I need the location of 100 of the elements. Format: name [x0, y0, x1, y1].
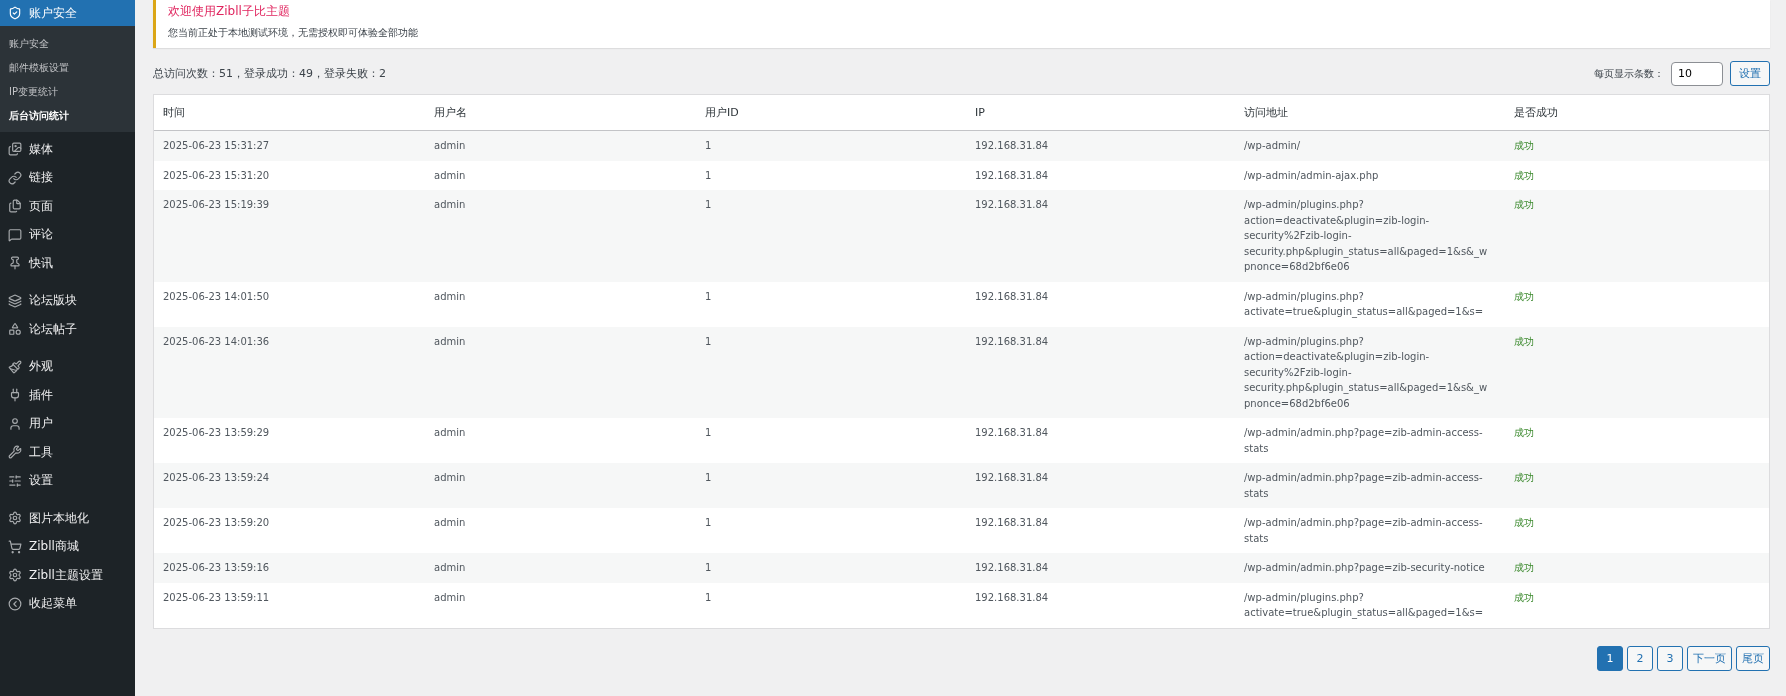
- table-cell-text: 2025-06-23 13:59:16: [162, 561, 271, 576]
- table-cell-text: 192.168.31.84: [974, 289, 1050, 304]
- table-cell-text: 1: [704, 426, 713, 441]
- brush-icon: [8, 359, 22, 374]
- sidebar-item[interactable]: 论坛版块: [0, 286, 135, 315]
- table-cell-text: 2025-06-23 13:59:20: [162, 516, 271, 531]
- table-cell-text: 1: [704, 516, 713, 531]
- table-cell-text: 2025-06-23 15:31:20: [162, 168, 271, 183]
- page-button[interactable]: 下一页: [1687, 645, 1732, 671]
- sidebar-item[interactable]: 设置: [0, 466, 135, 495]
- table-cell-text: /wp-admin/plugins.php?action=deactivate&plugin=zib-login-security%2Fzib-login-security.php&plugin_status=all&paged=1&s&_wpnonce=68d2bf6e06: [1243, 334, 1489, 411]
- sliders-icon: [8, 473, 22, 488]
- table-cell-text: admin: [433, 471, 467, 486]
- wrench-icon: [8, 445, 22, 460]
- user-icon: [8, 416, 22, 431]
- sidebar-item[interactable]: 评论: [0, 220, 135, 249]
- layers-icon: [8, 293, 22, 308]
- column-header: 时间: [162, 105, 186, 121]
- table-cell-text: /wp-admin/: [1243, 139, 1302, 154]
- table-cell-text: 192.168.31.84: [974, 471, 1050, 486]
- pages-icon: [8, 199, 22, 214]
- table-cell-text: 192.168.31.84: [974, 168, 1050, 183]
- sidebar-item[interactable]: 用户: [0, 409, 135, 438]
- sidebar-item[interactable]: 账户安全: [0, 0, 135, 26]
- table-cell-text: 192.168.31.84: [974, 334, 1050, 349]
- notice-title: 欢迎使用Zibll子比主题: [168, 3, 291, 20]
- table-cell-text: 2025-06-23 15:19:39: [162, 198, 271, 213]
- table-cell-text: 192.168.31.84: [974, 516, 1050, 531]
- status-text: 成功: [1513, 334, 1535, 349]
- collapse-icon: [8, 596, 22, 611]
- page-button[interactable]: 1: [1597, 645, 1623, 671]
- sidebar-item[interactable]: 链接: [0, 163, 135, 192]
- notice-text: 您当前正处于本地测试环境，无需授权即可体验全部功能: [168, 26, 419, 40]
- sidebar-item[interactable]: Zibll商城: [0, 532, 135, 561]
- page-button[interactable]: 2: [1627, 645, 1653, 671]
- submenu-item[interactable]: IP变更统计: [0, 80, 135, 104]
- table-cell-text: /wp-admin/plugins.php?activate=true&plugin_status=all&paged=1&s=: [1243, 289, 1485, 320]
- status-text: 成功: [1513, 289, 1535, 304]
- status-text: 成功: [1513, 590, 1535, 605]
- shield-icon: [8, 6, 22, 20]
- table-cell-text: 2025-06-23 13:59:29: [162, 426, 271, 441]
- submenu-item[interactable]: 后台访问统计: [0, 104, 135, 128]
- sidebar-item[interactable]: Zibll主题设置: [0, 561, 135, 590]
- table-cell-text: admin: [433, 334, 467, 349]
- column-header: IP: [974, 105, 986, 121]
- status-text: 成功: [1513, 139, 1535, 154]
- table-cell-text: 1: [704, 334, 713, 349]
- sidebar-item[interactable]: 图片本地化: [0, 504, 135, 533]
- table-cell-text: /wp-admin/admin.php?page=zib-admin-access-stats: [1243, 471, 1484, 501]
- page-button[interactable]: 尾页: [1736, 645, 1770, 671]
- sidebar-item[interactable]: 插件: [0, 381, 135, 410]
- page-button[interactable]: 3: [1657, 645, 1683, 671]
- table-cell-text: 1: [704, 561, 713, 576]
- status-text: 成功: [1513, 426, 1535, 441]
- cart-icon: [8, 539, 22, 554]
- link-icon: [8, 170, 22, 185]
- per-page-field[interactable]: 10: [1671, 61, 1723, 86]
- table-cell-text: /wp-admin/admin.php?page=zib-admin-access-stats: [1243, 516, 1484, 546]
- pin-icon: [8, 256, 22, 271]
- table-cell-text: /wp-admin/admin.php?page=zib-security-notice: [1243, 561, 1486, 576]
- table-cell-text: 2025-06-23 14:01:50: [162, 289, 271, 304]
- table-cell-text: 192.168.31.84: [974, 426, 1050, 441]
- status-text: 成功: [1513, 168, 1535, 183]
- table-cell-text: 1: [704, 198, 713, 213]
- comment-icon: [8, 227, 22, 242]
- sidebar-item[interactable]: 论坛帖子: [0, 315, 135, 344]
- column-header: 用户名: [433, 105, 468, 121]
- summary-text: 总访问次数：51，登录成功：49，登录失败：2: [153, 66, 386, 81]
- set-button[interactable]: 设置: [1730, 61, 1770, 86]
- sidebar-item[interactable]: 媒体: [0, 135, 135, 164]
- table-cell-text: 1: [704, 139, 713, 154]
- column-header: 用户ID: [704, 105, 740, 121]
- gear-icon: [8, 511, 22, 526]
- column-header: 是否成功: [1513, 105, 1559, 121]
- submenu-item[interactable]: 邮件模板设置: [0, 56, 135, 80]
- status-text: 成功: [1513, 516, 1535, 531]
- table-cell-text: admin: [433, 139, 467, 154]
- sidebar-item[interactable]: 快讯: [0, 249, 135, 278]
- table-cell-text: 192.168.31.84: [974, 198, 1050, 213]
- column-header: 访问地址: [1243, 105, 1289, 121]
- plug-icon: [8, 388, 22, 403]
- sidebar-item[interactable]: 页面: [0, 192, 135, 221]
- sidebar-item[interactable]: 外观: [0, 352, 135, 381]
- table-cell-text: admin: [433, 426, 467, 441]
- table-cell-text: admin: [433, 198, 467, 213]
- sidebar-item[interactable]: 收起菜单: [0, 589, 135, 618]
- media-icon: [8, 142, 22, 157]
- table-cell-text: /wp-admin/admin.php?page=zib-admin-access-stats: [1243, 426, 1484, 456]
- table-cell-text: 2025-06-23 13:59:11: [162, 590, 271, 605]
- submenu-item[interactable]: 账户安全: [0, 32, 135, 56]
- table-cell-text: 1: [704, 471, 713, 486]
- table-cell-text: 2025-06-23 15:31:27: [162, 139, 271, 154]
- sidebar-item[interactable]: 工具: [0, 438, 135, 467]
- table-cell-text: /wp-admin/plugins.php?action=deactivate&plugin=zib-login-security%2Fzib-login-security.php&plugin_status=all&paged=1&s&_wpnonce=68d2bf6e06: [1243, 198, 1489, 275]
- table-cell-text: 1: [704, 289, 713, 304]
- table-cell-text: 2025-06-23 13:59:24: [162, 471, 271, 486]
- shapes-icon: [8, 322, 22, 337]
- status-text: 成功: [1513, 561, 1535, 576]
- table-cell-text: admin: [433, 516, 467, 531]
- table-cell-text: /wp-admin/admin-ajax.php: [1243, 168, 1380, 183]
